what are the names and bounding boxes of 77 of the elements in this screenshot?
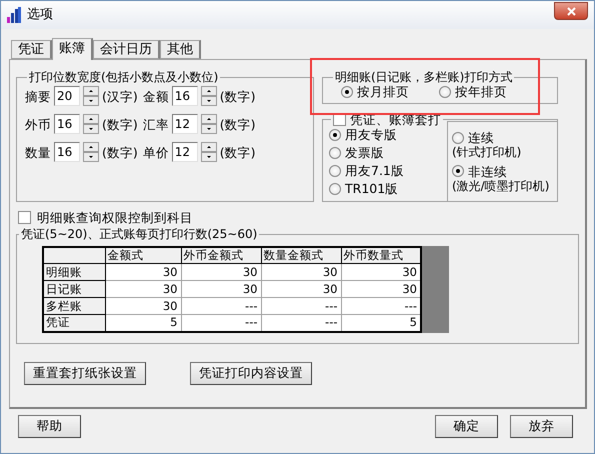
unit-label: (数字) — [102, 144, 138, 160]
column-header: 金额式 — [105, 246, 181, 264]
unit-label: (数字) — [220, 88, 256, 104]
number-field[interactable]: 16 — [54, 114, 80, 134]
group-title: 凭证(5~20)、正式账每页打印行数(25~60) — [20, 227, 258, 242]
radio-button[interactable] — [452, 132, 464, 144]
radio-button[interactable] — [329, 164, 341, 177]
spin-buttons-icon[interactable] — [200, 142, 217, 162]
radio-label[interactable]: 用友7.1版 — [345, 163, 404, 178]
radio-button[interactable] — [452, 165, 464, 178]
settings-button[interactable]: 凭证打印内容设置 — [190, 362, 312, 385]
group-title: 明细账(日记账，多栏账)打印方式 — [334, 70, 514, 84]
row-header: 日记账 — [43, 280, 105, 298]
table-cell[interactable]: 30 — [181, 264, 261, 281]
spin-buttons-icon[interactable] — [83, 86, 99, 106]
spin-buttons-icon[interactable] — [200, 114, 217, 134]
unit-label: (汉字) — [102, 88, 138, 104]
tab[interactable]: 账簿 — [52, 38, 93, 60]
dialog-button[interactable]: 确定 — [435, 415, 498, 438]
printer-note: (针式打印机) — [452, 145, 522, 160]
radio-label[interactable]: 连续 — [468, 130, 494, 146]
radio-button[interactable] — [439, 86, 451, 98]
window-title: 选项 — [27, 7, 53, 23]
tab[interactable]: 凭证 — [11, 40, 52, 59]
number-field[interactable]: 12 — [172, 142, 198, 162]
tab[interactable]: 其他 — [160, 40, 201, 59]
checkbox-label[interactable]: 明细账查询权限控制到科目 — [37, 210, 193, 226]
unit-label: (数字) — [220, 144, 256, 160]
spin-buttons-icon[interactable] — [83, 142, 99, 162]
unit-label: (数字) — [102, 116, 138, 132]
column-header: 数量金额式 — [261, 246, 341, 264]
row-header: 凭证 — [43, 314, 105, 332]
table-cell[interactable]: 30 — [261, 264, 341, 281]
radio-button[interactable] — [329, 128, 341, 141]
group-title: 打印位数宽度(包括小数点及小数位) — [28, 70, 220, 84]
number-field[interactable]: 16 — [172, 86, 198, 106]
close-button[interactable] — [554, 2, 588, 20]
column-header: 外币数量式 — [341, 246, 421, 264]
radio-label[interactable]: 非连续 — [468, 164, 507, 179]
field-label: 金额 — [142, 88, 169, 104]
table-cell[interactable]: 30 — [105, 280, 181, 298]
dialog-button[interactable]: 放弃 — [510, 415, 573, 438]
table-cell[interactable]: 30 — [105, 264, 181, 281]
printer-note: (激光/喷墨打印机) — [452, 178, 550, 193]
field-label: 外币 — [25, 116, 51, 132]
spin-buttons-icon[interactable] — [83, 114, 99, 134]
field-label: 数量 — [25, 144, 51, 160]
radio-button[interactable] — [329, 146, 341, 159]
row-header: 多栏账 — [43, 298, 105, 315]
bar-chart-icon — [7, 7, 21, 23]
table-cell[interactable]: --- — [181, 298, 261, 315]
radio-label[interactable]: 发票版 — [345, 145, 384, 160]
field-label: 汇率 — [142, 116, 169, 132]
table-cell[interactable]: 30 — [105, 298, 181, 315]
radio-button[interactable] — [329, 182, 341, 195]
radio-label[interactable]: TR101版 — [345, 181, 398, 196]
field-label: 单价 — [142, 144, 169, 160]
settings-button[interactable]: 重置套打纸张设置 — [24, 362, 146, 385]
unit-label: (数字) — [220, 116, 256, 132]
tab[interactable]: 会计日历 — [93, 40, 160, 59]
field-label: 摘要 — [25, 88, 51, 104]
close-icon — [566, 6, 576, 16]
row-header: 明细账 — [43, 264, 105, 281]
table-cell[interactable]: --- — [261, 298, 341, 315]
spin-buttons-icon[interactable] — [200, 86, 217, 106]
dialog-button[interactable]: 帮助 — [18, 415, 81, 438]
table-cell[interactable]: 30 — [261, 280, 341, 298]
checkbox[interactable] — [18, 211, 31, 224]
column-header: 外币金额式 — [181, 246, 261, 264]
number-field[interactable]: 16 — [54, 142, 80, 162]
radio-label[interactable]: 按月排页 — [357, 84, 409, 100]
radio-label[interactable]: 按年排页 — [455, 84, 507, 100]
number-field[interactable]: 20 — [54, 86, 80, 106]
radio-label[interactable]: 用友专版 — [345, 127, 397, 142]
table-cell[interactable]: 30 — [181, 280, 261, 298]
radio-button[interactable] — [341, 86, 353, 98]
number-field[interactable]: 12 — [172, 114, 198, 134]
